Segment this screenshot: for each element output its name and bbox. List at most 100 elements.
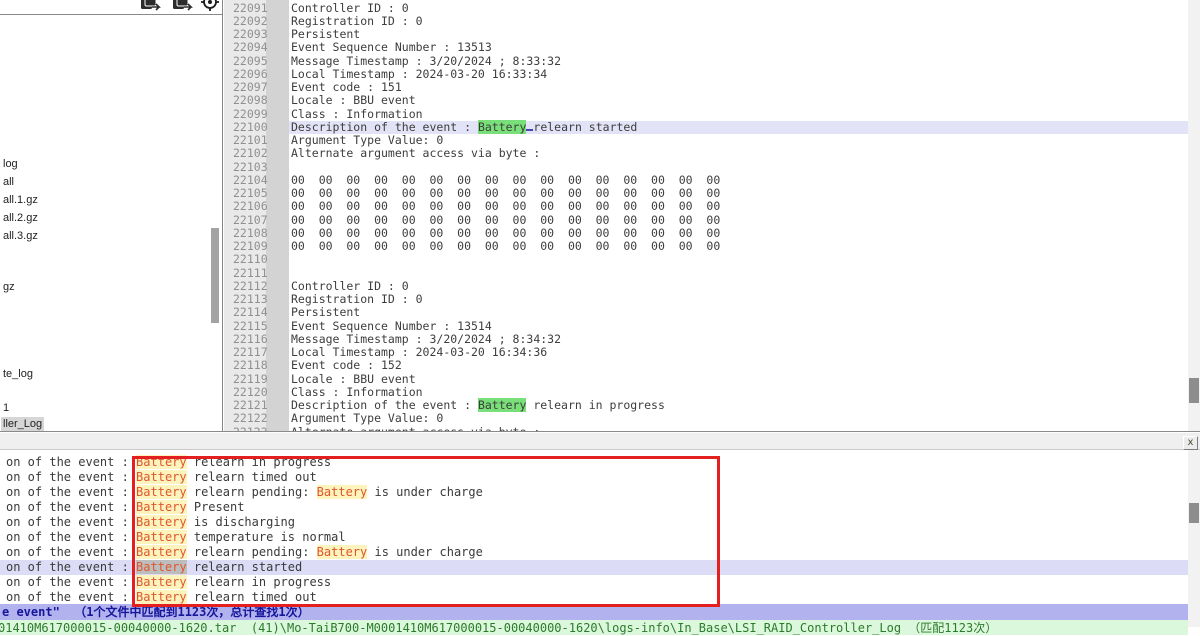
file-list-item[interactable]: all.3.gz <box>1 229 40 243</box>
line-number: 22101 <box>233 134 268 147</box>
line-number: 22098 <box>233 94 268 107</box>
line-text: Description of the event : Batteryrelear… <box>291 121 637 134</box>
editor-line: 22103 <box>223 161 1188 174</box>
line-text: 00 00 00 00 00 00 00 00 00 00 00 00 00 0… <box>291 240 720 253</box>
line-number: 22120 <box>233 386 268 399</box>
file-list-item[interactable]: gz <box>1 280 17 294</box>
line-text: Local Timestamp : 2024-03-20 16:33:34 <box>291 68 547 81</box>
result-line-text: on of the event : Battery Present <box>6 500 244 515</box>
line-text: Local Timestamp : 2024-03-20 16:34:36 <box>291 346 547 359</box>
search-results-panel[interactable]: on of the event : Battery relearn in pro… <box>0 450 1188 627</box>
search-result-row[interactable]: on of the event : Battery temperature is… <box>0 530 1188 545</box>
result-line-text: on of the event : Battery relearn timed … <box>6 590 317 605</box>
line-text: 00 00 00 00 00 00 00 00 00 00 00 00 00 0… <box>291 214 720 227</box>
result-line-text: on of the event : Battery relearn in pro… <box>6 575 331 590</box>
line-text: Event Sequence Number : 13514 <box>291 320 492 333</box>
file-list-item[interactable]: te_log <box>1 367 35 381</box>
file-panel-scrollbar-thumb[interactable] <box>211 228 219 323</box>
editor-line: 22117Local Timestamp : 2024-03-20 16:34:… <box>223 346 1188 359</box>
file-list-item[interactable]: all <box>1 175 16 189</box>
editor-line: 2210700 00 00 00 00 00 00 00 00 00 00 00… <box>223 214 1188 227</box>
line-number: 22113 <box>233 293 268 306</box>
editor-line: 22109 00 00 00 00 00 00 00 00 00 00 00 00… <box>223 240 1188 253</box>
hit-highlight: Battery <box>136 500 187 514</box>
editor-line: 22092 Registration ID : 0 <box>223 15 1188 28</box>
line-text: Registration ID : 0 <box>291 293 423 306</box>
search-result-row[interactable]: on of the event : Battery Present <box>0 500 1188 515</box>
result-line-text: on of the event : Battery relearn pendin… <box>6 485 483 500</box>
line-text: Message Timestamp : 3/20/2024 ; 8:33:32 <box>291 55 561 68</box>
editor-line: 22096 Local Timestamp : 2024-03-20 16:33:… <box>223 68 1188 81</box>
hit-highlight: Battery <box>136 545 187 559</box>
log-editor[interactable]: 22091Controller ID : 022092Registration … <box>222 0 1188 431</box>
editor-line: 2210500 00 00 00 00 00 00 00 00 00 00 00… <box>223 187 1188 200</box>
line-text: Alternate argument access via byte : <box>291 147 540 160</box>
line-text: Registration ID : 0 <box>291 15 423 28</box>
line-text: Locale : BBU event <box>291 373 416 386</box>
line-number: 22122 <box>233 412 268 425</box>
line-number: 22092 <box>233 15 268 28</box>
result-file-path: 01410M617000015-00040000-1620.tar (41)\M… <box>0 621 997 636</box>
file-list-item[interactable]: all.2.gz <box>1 211 40 225</box>
line-text: 00 00 00 00 00 00 00 00 00 00 00 00 00 0… <box>291 200 720 213</box>
line-number: 22115 <box>233 320 268 333</box>
results-scrollbar[interactable] <box>1188 450 1200 627</box>
line-number: 22102 <box>233 147 268 160</box>
file-list-item[interactable]: all.1.gz <box>1 193 40 207</box>
hit-highlight: Battery <box>317 545 368 559</box>
line-number: 22106 <box>233 200 268 213</box>
export-log-icon[interactable] <box>139 0 161 13</box>
editor-line: 2210800 00 00 00 00 00 00 00 00 00 00 00… <box>223 227 1188 240</box>
editor-line: 22100Description of the event : Batteryr… <box>223 121 1188 134</box>
file-list-item[interactable]: 1 <box>1 401 11 415</box>
editor-line: 22119Locale : BBU event <box>223 373 1188 386</box>
search-summary-row[interactable]: e event" （1个文件中匹配到1123次，总计查找1次） <box>0 604 1188 620</box>
editor-line: 22095Message Timestamp : 3/20/2024 ; 8:3… <box>223 55 1188 68</box>
line-text: Argument Type Value: 0 <box>291 412 443 425</box>
editor-scrollbar[interactable] <box>1188 0 1200 431</box>
editor-line: 22114Persistent <box>223 306 1188 319</box>
result-line-text: on of the event : Battery relearn starte… <box>6 560 302 575</box>
line-number: 22099 <box>233 108 268 121</box>
search-result-row[interactable]: on of the event : Battery relearn pendin… <box>0 545 1188 560</box>
current-hit-highlight: Battery <box>136 560 187 574</box>
log-viewer-window: log all all.1.gz all.2.gz all.3.gz gz te_log 1 l… <box>0 0 1200 627</box>
results-scrollbar-thumb[interactable] <box>1189 503 1199 523</box>
close-icon[interactable]: x <box>1183 436 1198 450</box>
file-list-item[interactable]: ller_Log <box>1 417 44 431</box>
hit-highlight: Battery <box>136 515 187 529</box>
line-text: Description of the event : Battery relea… <box>291 399 665 412</box>
line-text: Persistent <box>291 28 360 41</box>
search-result-row[interactable]: on of the event : Battery relearn timed … <box>0 590 1188 605</box>
export-log-icon[interactable] <box>171 0 193 13</box>
file-list-item[interactable]: log <box>1 157 20 171</box>
line-number: 22109 <box>233 240 268 253</box>
line-number: 22116 <box>233 333 268 346</box>
hit-highlight: Battery <box>136 590 187 604</box>
editor-scrollbar-thumb[interactable] <box>1189 378 1199 403</box>
search-result-row[interactable]: on of the event : Battery relearn timed … <box>0 470 1188 485</box>
editor-line: 22118Event code : 152 <box>223 359 1188 372</box>
editor-line: 22111 <box>223 267 1188 280</box>
editor-line: 22115 Event Sequence Number : 13514 <box>223 320 1188 333</box>
line-text: Argument Type Value: 0 <box>291 134 443 147</box>
line-number: 22096 <box>233 68 268 81</box>
result-line-text: on of the event : Battery relearn pendin… <box>6 545 483 560</box>
search-result-row[interactable]: on of the event : Battery is discharging <box>0 515 1188 530</box>
search-result-row[interactable]: on of the event : Battery relearn in pro… <box>0 575 1188 590</box>
search-result-row[interactable]: on of the event : Battery relearn starte… <box>0 560 1188 575</box>
search-result-row[interactable]: on of the event : Battery relearn in pro… <box>0 455 1188 470</box>
editor-line: 22122 Argument Type Value: 0 <box>223 412 1188 425</box>
hit-highlight: Battery <box>136 575 187 589</box>
editor-line: 22116 Message Timestamp : 3/20/2024 ; 8:3… <box>223 333 1188 346</box>
line-text: Class : Information <box>291 108 423 121</box>
search-result-row[interactable]: on of the event : Battery relearn pendin… <box>0 485 1188 500</box>
line-number: 22091 <box>233 2 268 15</box>
line-number: 22121 <box>233 399 268 412</box>
editor-line: 2210400 00 00 00 00 00 00 00 00 00 00 00… <box>223 174 1188 187</box>
target-icon[interactable] <box>200 0 222 13</box>
hit-highlight: Battery <box>317 485 368 499</box>
result-file-row[interactable]: 01410M617000015-00040000-1620.tar (41)\M… <box>0 620 1188 635</box>
editor-line: 22099 Class : Information <box>223 108 1188 121</box>
line-text: Message Timestamp : 3/20/2024 ; 8:34:32 <box>291 333 561 346</box>
